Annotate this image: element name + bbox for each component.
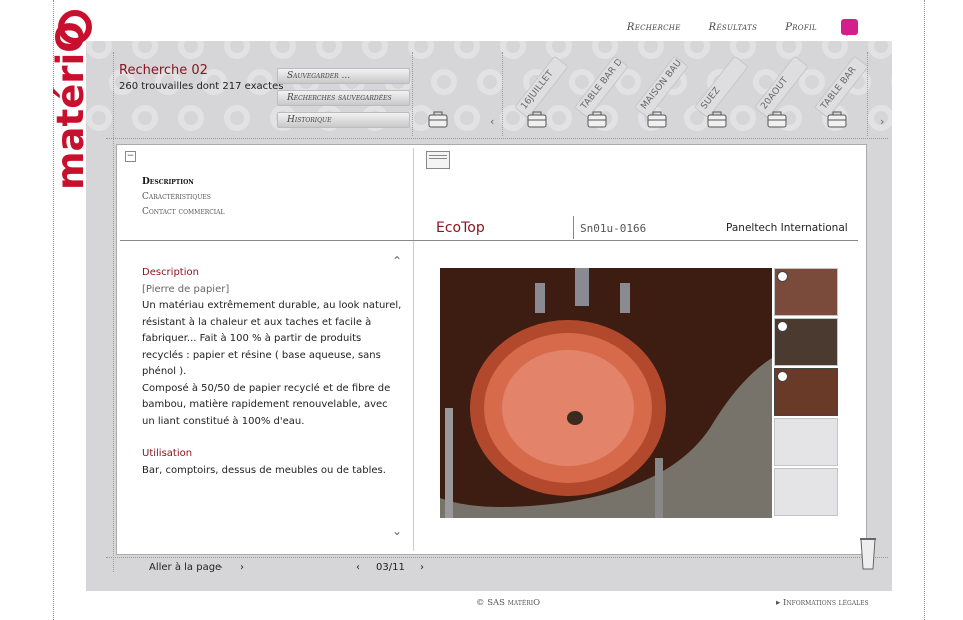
nav-recherche[interactable]: Recherche — [627, 22, 681, 33]
usage-heading: Utilisation — [142, 448, 193, 459]
nav-profil[interactable]: Profil — [785, 22, 817, 33]
search-title: Recherche 02 — [119, 63, 208, 78]
bag-icon[interactable] — [527, 110, 547, 128]
bag-icon[interactable] — [428, 110, 448, 128]
legal-link[interactable]: ▸ Informations légales — [776, 598, 869, 608]
tab-contact-commercial[interactable]: Contact commercial — [142, 205, 225, 220]
top-navigation: Recherche Résultats Profil — [627, 19, 858, 36]
previous-page-arrow-icon[interactable]: ‹ — [356, 562, 360, 573]
description-heading: Description — [142, 267, 199, 278]
nav-resultats[interactable]: Résultats — [709, 22, 758, 33]
collapse-icon[interactable]: − — [125, 151, 136, 162]
dotted-divider — [106, 138, 888, 139]
trash-icon[interactable] — [858, 535, 878, 571]
arrow-left-icon[interactable]: ‹ — [490, 115, 494, 128]
product-main-image[interactable] — [440, 268, 772, 518]
next-page-arrow-icon[interactable]: › — [420, 562, 424, 573]
goto-page-label: Aller à la page — [149, 562, 222, 573]
description-text: Description [Pierre de papier] Un matéri… — [142, 265, 402, 479]
page-indicator: 03/11 — [376, 562, 405, 573]
chat-icon[interactable] — [841, 19, 858, 36]
detail-tabs: Description Caractéristiques Contact com… — [142, 175, 225, 220]
history-button[interactable]: Historique — [277, 112, 410, 128]
search-result-count: 260 trouvailles dont 217 exactes — [119, 81, 284, 92]
goto-page-arrow-icon[interactable]: › — [240, 562, 244, 573]
usage-text: Bar, comptoirs, dessus de meubles ou de … — [142, 464, 386, 476]
page: matériO Recherche Résultats Profil Reche… — [0, 0, 963, 620]
thumbnail-2[interactable] — [774, 318, 838, 366]
header-separator — [573, 216, 574, 239]
product-reference: Sn01u-0166 — [580, 222, 647, 235]
zoom-icon[interactable] — [777, 271, 788, 282]
dotted-divider — [412, 52, 413, 136]
description-subtitle: [Pierre de papier] — [142, 283, 230, 295]
dotted-divider — [113, 52, 114, 572]
panel-divider — [413, 148, 414, 551]
panel-rule — [120, 240, 858, 241]
copyright: © SAS matériO — [476, 598, 541, 608]
saved-searches-button[interactable]: Recherches sauvegardées — [277, 90, 410, 106]
goto-page-input[interactable]: - — [219, 562, 223, 573]
bag-icon[interactable] — [587, 110, 607, 128]
save-search-button[interactable]: Sauvegarder ... — [277, 68, 410, 84]
description-paragraph: Un matériau extrêmement durable, au look… — [142, 300, 402, 377]
chevron-down-icon[interactable]: ⌄ — [392, 524, 402, 538]
dotted-divider — [502, 52, 503, 136]
thumbnail-3[interactable] — [774, 368, 838, 416]
thumbnail-empty — [774, 468, 838, 516]
zoom-icon[interactable] — [777, 371, 788, 382]
tab-description[interactable]: Description — [142, 175, 225, 190]
product-manufacturer[interactable]: Paneltech International — [726, 222, 848, 234]
thumbnail-empty — [774, 418, 838, 466]
thumbnail-1[interactable] — [774, 268, 838, 316]
card-icon[interactable] — [426, 151, 450, 169]
arrow-right-icon[interactable]: › — [880, 115, 884, 128]
bag-icon[interactable] — [707, 110, 727, 128]
description-paragraph: Composé à 50/50 de papier recyclé et de … — [142, 382, 391, 427]
tab-caracteristiques[interactable]: Caractéristiques — [142, 190, 225, 205]
zoom-icon[interactable] — [777, 321, 788, 332]
right-dotted-border — [924, 0, 925, 620]
dotted-divider — [106, 557, 888, 558]
bag-icon[interactable] — [767, 110, 787, 128]
bag-icon[interactable] — [827, 110, 847, 128]
bag-icon[interactable] — [647, 110, 667, 128]
product-name: EcoTop — [436, 220, 485, 236]
